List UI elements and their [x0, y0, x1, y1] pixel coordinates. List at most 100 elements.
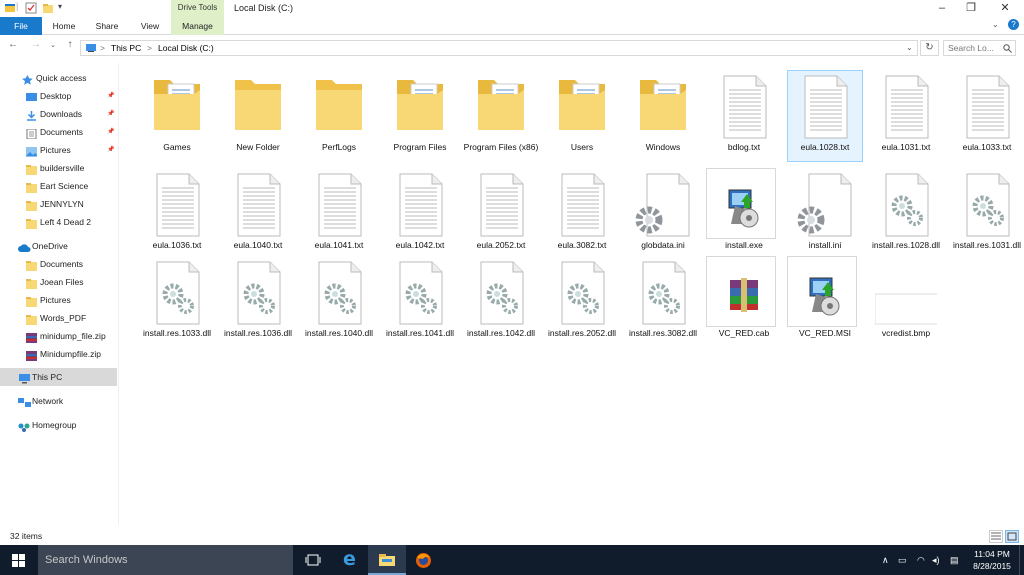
- sidebar-item-this-pc[interactable]: This PC: [0, 368, 117, 386]
- file-item[interactable]: eula.2052.txt: [462, 168, 540, 262]
- sidebar-item-onedrive[interactable]: OneDrive: [0, 237, 117, 255]
- file-item[interactable]: eula.1033.txt: [948, 70, 1024, 164]
- text-file-icon: [470, 170, 532, 238]
- battery-icon[interactable]: ▭: [898, 545, 907, 575]
- file-item[interactable]: install.res.1028.dll: [867, 168, 945, 262]
- firefox-button[interactable]: [405, 545, 443, 575]
- file-item[interactable]: Users: [543, 70, 621, 164]
- file-item[interactable]: install.res.1041.dll: [381, 256, 459, 350]
- help-icon[interactable]: ?: [1008, 19, 1019, 30]
- dll-file-icon: [146, 258, 208, 326]
- pin-icon: 📌: [107, 111, 115, 117]
- file-item[interactable]: eula.1031.txt: [867, 70, 945, 164]
- input-method-icon[interactable]: ▤: [950, 545, 959, 575]
- customize-toolbar-icon[interactable]: ▾: [58, 2, 70, 14]
- breadcrumb-this-pc[interactable]: This PC: [111, 41, 141, 55]
- sidebar-item-minidumpfile-zip[interactable]: Minidumpfile.zip: [0, 345, 117, 363]
- file-name: VC_RED.MSI: [799, 328, 851, 338]
- tab-share[interactable]: Share: [88, 17, 126, 35]
- file-item[interactable]: VC_RED.cab: [705, 256, 783, 350]
- large-icons-view-button[interactable]: [1005, 530, 1019, 543]
- file-item[interactable]: eula.1036.txt: [138, 168, 216, 262]
- file-item[interactable]: eula.1028.txt: [786, 70, 864, 164]
- installer-icon: [713, 170, 775, 238]
- file-item[interactable]: Program Files (x86): [462, 70, 540, 164]
- up-arrow-icon[interactable]: ↑: [63, 39, 77, 50]
- sidebar-item-minidump-file-zip[interactable]: minidump_file.zip: [0, 327, 117, 345]
- file-item[interactable]: install.res.1036.dll: [219, 256, 297, 350]
- show-hidden-icons[interactable]: ∧: [882, 545, 889, 575]
- file-explorer-button[interactable]: [368, 545, 406, 575]
- file-item[interactable]: Program Files: [381, 70, 459, 164]
- file-item[interactable]: VC_RED.MSI: [786, 256, 864, 350]
- file-item[interactable]: install.exe: [705, 168, 783, 262]
- properties-icon[interactable]: [25, 2, 37, 14]
- sidebar-item-pictures[interactable]: Pictures: [0, 291, 117, 309]
- minimize-button[interactable]: –: [927, 0, 957, 17]
- sidebar-item-documents[interactable]: Documents: [0, 255, 117, 273]
- file-item[interactable]: Windows: [624, 70, 702, 164]
- taskbar-search-input[interactable]: Search Windows: [38, 545, 293, 575]
- recent-locations-icon[interactable]: ⌄: [46, 41, 60, 49]
- dll-file-icon: [875, 170, 937, 238]
- tab-manage[interactable]: Manage: [171, 17, 224, 35]
- details-view-button[interactable]: [989, 530, 1003, 543]
- file-item[interactable]: eula.3082.txt: [543, 168, 621, 262]
- sidebar-item-network[interactable]: Network: [0, 392, 117, 410]
- file-item[interactable]: install.res.1040.dll: [300, 256, 378, 350]
- tab-file[interactable]: File: [0, 17, 42, 35]
- breadcrumb-separator: >: [100, 43, 105, 53]
- task-view-button[interactable]: [294, 545, 332, 575]
- dll-file-icon: [551, 258, 613, 326]
- sidebar-item-quick-access[interactable]: Quick access: [0, 69, 117, 87]
- file-item[interactable]: install.res.1031.dll: [948, 168, 1024, 262]
- file-item[interactable]: PerfLogs: [300, 70, 378, 164]
- file-item[interactable]: globdata.ini: [624, 168, 702, 262]
- sidebar-item-jennylyn[interactable]: JENNYLYN: [0, 195, 117, 213]
- sidebar-item-downloads[interactable]: Downloads 📌: [0, 105, 117, 123]
- file-item[interactable]: vcredist.bmp: [867, 256, 945, 350]
- sidebar-item-buildersville[interactable]: buildersville: [0, 159, 117, 177]
- edge-browser-button[interactable]: e: [332, 545, 370, 575]
- sidebar-item-eart-science[interactable]: Eart Science: [0, 177, 117, 195]
- sidebar-item-documents[interactable]: Documents 📌: [0, 123, 117, 141]
- volume-icon[interactable]: ◂): [932, 545, 940, 575]
- back-arrow-icon[interactable]: ←: [6, 39, 20, 50]
- file-item[interactable]: bdlog.txt: [705, 70, 783, 164]
- file-name: eula.1028.txt: [800, 142, 850, 152]
- file-item[interactable]: eula.1040.txt: [219, 168, 297, 262]
- sidebar-item-words-pdf[interactable]: Words_PDF: [0, 309, 117, 327]
- sidebar-item-pictures[interactable]: Pictures 📌: [0, 141, 117, 159]
- sidebar-item-desktop[interactable]: Desktop 📌: [0, 87, 117, 105]
- address-dropdown-icon[interactable]: ⌄: [906, 41, 913, 55]
- sidebar-item-label: JENNYLYN: [40, 199, 84, 209]
- file-item[interactable]: New Folder: [219, 70, 297, 164]
- refresh-button[interactable]: ↻: [920, 40, 939, 56]
- drive-tools-context-tab: Drive Tools: [171, 0, 224, 17]
- breadcrumb-local-disk[interactable]: Local Disk (C:): [158, 41, 214, 55]
- tab-home[interactable]: Home: [45, 17, 83, 35]
- wifi-icon[interactable]: ◠: [917, 545, 925, 575]
- maximize-button[interactable]: ❐: [956, 0, 986, 17]
- forward-arrow-icon[interactable]: →: [29, 39, 43, 50]
- file-item[interactable]: install.res.3082.dll: [624, 256, 702, 350]
- expand-ribbon-icon[interactable]: ⌄: [992, 20, 999, 29]
- new-folder-icon[interactable]: [42, 2, 54, 14]
- close-button[interactable]: ✕: [990, 0, 1020, 17]
- file-item[interactable]: eula.1041.txt: [300, 168, 378, 262]
- file-item[interactable]: install.res.2052.dll: [543, 256, 621, 350]
- system-clock[interactable]: 11:04 PM 8/28/2015: [968, 548, 1016, 572]
- file-item[interactable]: install.res.1033.dll: [138, 256, 216, 350]
- file-item[interactable]: Games: [138, 70, 216, 164]
- tab-view[interactable]: View: [131, 17, 169, 35]
- file-item[interactable]: install.ini: [786, 168, 864, 262]
- file-item[interactable]: install.res.1042.dll: [462, 256, 540, 350]
- file-item[interactable]: eula.1042.txt: [381, 168, 459, 262]
- start-button[interactable]: [0, 545, 38, 575]
- sidebar-item-joean-files[interactable]: Joean Files: [0, 273, 117, 291]
- sidebar-item-homegroup[interactable]: Homegroup: [0, 416, 117, 434]
- show-desktop-button[interactable]: [1019, 545, 1024, 575]
- sidebar-item-left-4-dead-2[interactable]: Left 4 Dead 2: [0, 213, 117, 231]
- ribbon: File Home Share View Manage ⌄ ?: [0, 17, 1024, 35]
- address-bar[interactable]: > This PC > Local Disk (C:) ⌄: [80, 40, 918, 56]
